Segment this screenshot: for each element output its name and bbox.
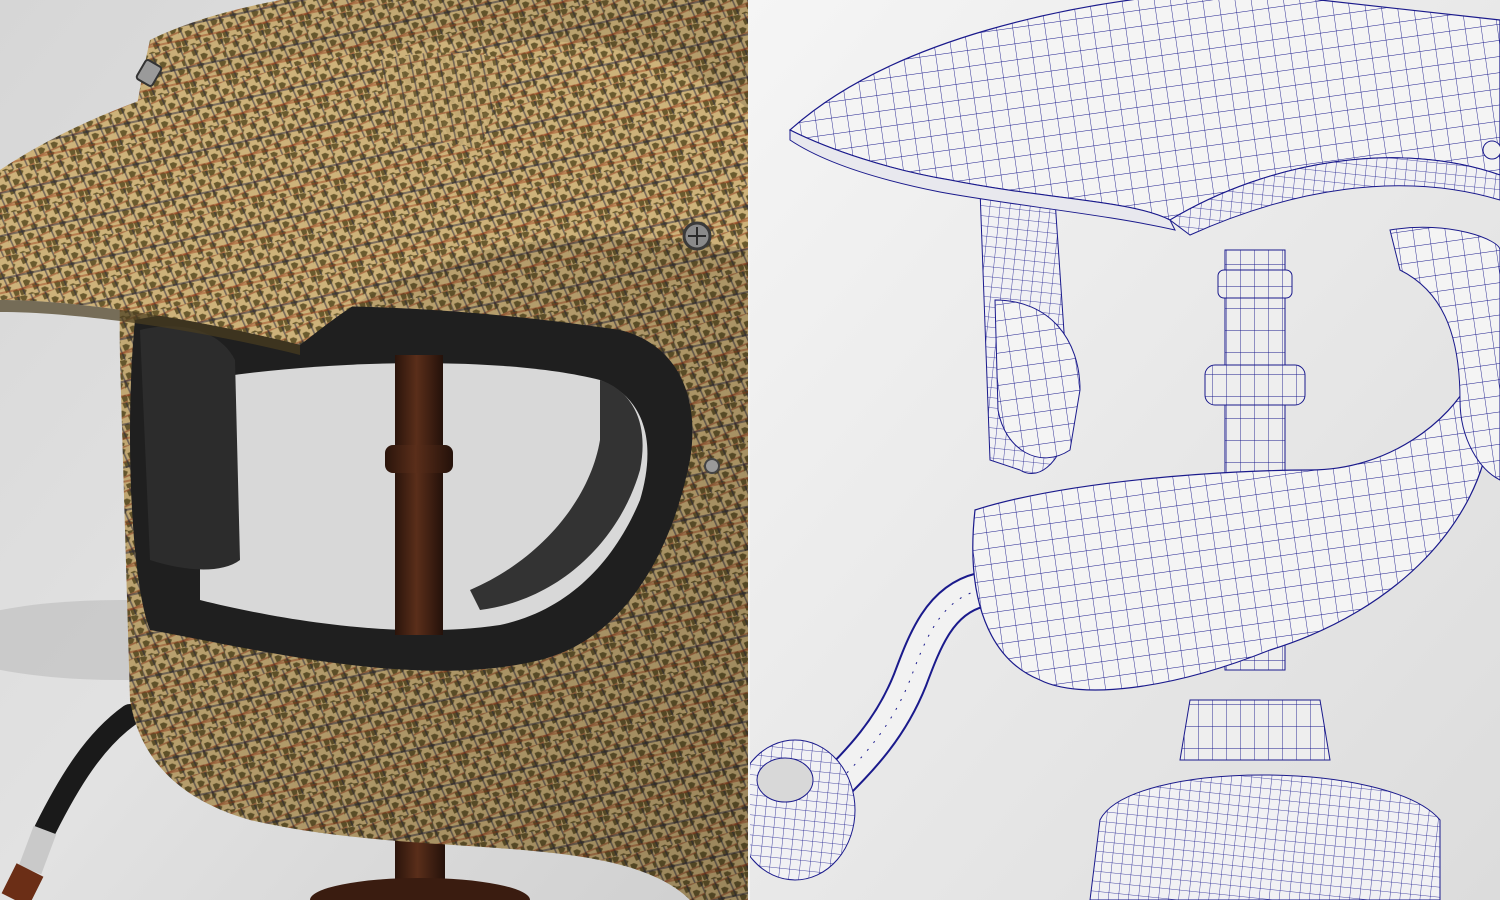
side-rivet xyxy=(704,458,720,474)
textured-render xyxy=(0,0,750,900)
textured-render-panel xyxy=(0,0,750,900)
cheek-pad xyxy=(140,326,240,570)
visor-screw-mesh xyxy=(1482,140,1500,160)
wireframe-render xyxy=(750,0,1500,900)
comparison-image xyxy=(0,0,1500,900)
wireframe-render-panel xyxy=(750,0,1500,900)
